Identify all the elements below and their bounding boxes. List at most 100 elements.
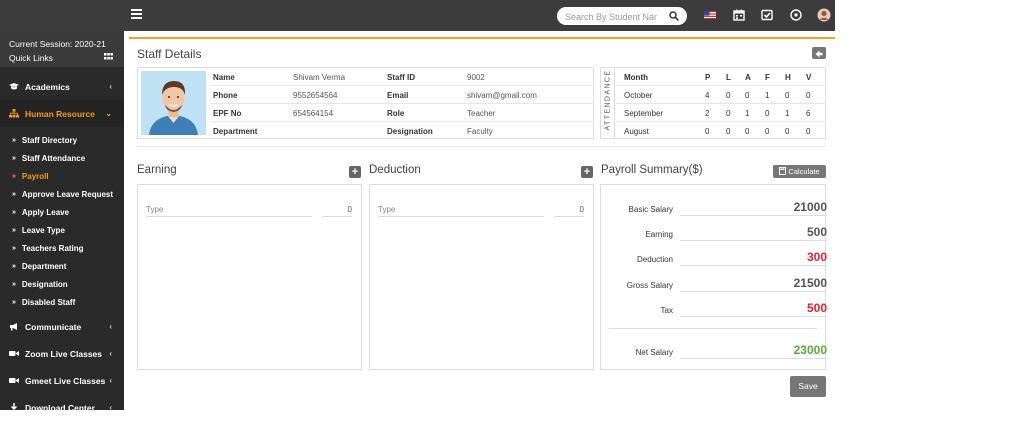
info-row: Phone 9552654564 Email shivam@gmail.com <box>210 86 594 104</box>
menu-icon[interactable] <box>131 9 142 21</box>
earning-type-row: Type 0 <box>146 205 352 217</box>
phone-label: Phone <box>213 91 238 100</box>
sub-item-department[interactable]: » Department <box>0 257 124 275</box>
col-f: F <box>765 73 770 82</box>
staff-info-table: Name Shivam Verma Staff ID 9002 Phone 95… <box>210 68 594 140</box>
page-title: Staff Details <box>137 47 202 61</box>
earning-type-input[interactable]: Type <box>146 205 312 217</box>
search-icon[interactable] <box>669 11 679 21</box>
attendance-header-row: Month P L A F H V <box>616 68 826 86</box>
add-earning-button[interactable]: + <box>349 166 361 178</box>
main-content: Staff Details Name Shivam Verma Staff ID <box>129 37 835 410</box>
summary-row-net-salary: Net Salary 23000 <box>601 339 827 359</box>
payroll-summary-panel: Basic Salary 21000 Earning 500 Deduction… <box>600 184 827 370</box>
double-chevron-right-icon: » <box>12 136 16 144</box>
sub-item-staff-attendance[interactable]: » Staff Attendance <box>0 149 124 167</box>
cell: 0 <box>785 91 790 100</box>
attendance-row: October 4 0 0 1 0 0 <box>616 86 826 104</box>
cell: 0 <box>765 127 770 136</box>
net-salary-value[interactable]: 23000 <box>794 343 827 357</box>
sidebar-item-label: Academics <box>25 81 70 92</box>
plus-icon: + <box>351 166 359 178</box>
summary-underline <box>680 215 827 216</box>
sub-item-disabled-staff[interactable]: » Disabled Staff <box>0 293 124 311</box>
grid-icon[interactable] <box>104 53 113 60</box>
earning-amount-input[interactable]: 0 <box>322 205 352 217</box>
deduction-value[interactable]: 300 <box>807 250 827 264</box>
flag-icon[interactable] <box>703 8 717 22</box>
gross-salary-value[interactable]: 21500 <box>794 276 827 290</box>
tax-value[interactable]: 500 <box>807 301 827 315</box>
sub-item-apply-leave[interactable]: » Apply Leave <box>0 203 124 221</box>
add-deduction-button[interactable]: + <box>581 166 593 178</box>
double-chevron-right-icon: » <box>12 244 16 252</box>
cell: 1 <box>745 109 750 118</box>
summary-label: Deduction <box>636 255 673 264</box>
search-input[interactable] <box>557 8 657 26</box>
quick-links-label[interactable]: Quick Links <box>9 51 115 65</box>
double-chevron-right-icon: » <box>12 298 16 306</box>
save-button[interactable]: Save <box>790 376 826 397</box>
col-h: H <box>785 73 791 82</box>
sidebar-item-communicate[interactable]: Communicate ‹ <box>0 313 124 340</box>
summary-row-basic-salary: Basic Salary 21000 <box>601 196 827 216</box>
chevron-left-icon: ‹ <box>109 82 112 91</box>
sub-item-teachers-rating[interactable]: » Teachers Rating <box>0 239 124 257</box>
back-button[interactable] <box>812 47 826 59</box>
current-session[interactable]: Current Session: 2020-21 <box>9 37 115 51</box>
col-a: A <box>745 73 751 82</box>
calculate-button[interactable]: Calculate <box>773 165 826 178</box>
staff-id-label: Staff ID <box>387 73 415 82</box>
summary-underline <box>680 316 827 317</box>
payroll-summary-title: Payroll Summary($) <box>601 164 703 176</box>
sub-item-label: Designation <box>21 279 68 289</box>
sidebar-item-zoom-live-classes[interactable]: Zoom Live Classes ‹ <box>0 340 124 367</box>
sidebar-item-download-center[interactable]: Download Center ‹ <box>0 394 124 421</box>
summary-underline <box>680 358 827 359</box>
arrow-left-icon <box>815 50 823 58</box>
cell: 4 <box>705 91 710 100</box>
summary-underline <box>680 240 827 241</box>
sub-item-leave-type[interactable]: » Leave Type <box>0 221 124 239</box>
staff-info-card: Name Shivam Verma Staff ID 9002 Phone 95… <box>137 67 594 139</box>
col-v: V <box>806 73 812 82</box>
deduction-amount-input[interactable]: 0 <box>554 205 584 217</box>
sub-item-designation[interactable]: » Designation <box>0 275 124 293</box>
divider <box>137 146 826 147</box>
cell: 0 <box>745 91 750 100</box>
earning-value[interactable]: 500 <box>807 225 827 239</box>
deduction-type-input[interactable]: Type <box>378 205 544 217</box>
sidebar-item-academics[interactable]: Academics ‹ <box>0 73 124 100</box>
sidebar-item-label: Gmeet Live Classes <box>25 375 106 386</box>
video-camera-icon <box>9 351 19 356</box>
earning-title: Earning <box>137 164 177 176</box>
sub-item-staff-directory[interactable]: » Staff Directory <box>0 131 124 149</box>
user-avatar[interactable] <box>817 8 831 22</box>
attendance-vertical-label: ATTENDANCE <box>601 68 615 138</box>
download-icon <box>9 403 19 412</box>
graduation-cap-icon <box>9 83 19 90</box>
summary-label: Gross Salary <box>626 281 673 290</box>
epf-value: 654564154 <box>293 109 334 118</box>
name-value: Shivam Verma <box>293 73 346 82</box>
sidebar-item-human-resource[interactable]: Human Resource ⌄ <box>0 100 124 127</box>
session-box: Current Session: 2020-21 Quick Links <box>0 31 124 67</box>
top-bar <box>0 0 835 31</box>
sub-item-label: Leave Type <box>21 225 65 235</box>
whatsapp-icon[interactable] <box>789 8 803 22</box>
cell: 0 <box>745 127 750 136</box>
info-row: Department Designation Faculty <box>210 122 594 140</box>
sub-item-payroll[interactable]: » Payroll <box>0 167 124 185</box>
sub-item-approve-leave-request[interactable]: » Approve Leave Request <box>0 185 124 203</box>
cell: 0 <box>726 91 731 100</box>
designation-label: Designation <box>387 127 433 136</box>
calendar-icon[interactable] <box>732 8 746 22</box>
basic-salary-value[interactable]: 21000 <box>794 200 827 214</box>
checkbox-icon[interactable] <box>760 8 774 22</box>
cell: 1 <box>785 109 790 118</box>
chevron-left-icon: ‹ <box>109 403 112 412</box>
sub-item-label: Department <box>21 261 67 271</box>
cell: 0 <box>765 109 770 118</box>
sidebar-item-gmeet-live-classes[interactable]: Gmeet Live Classes ‹ <box>0 367 124 394</box>
sub-item-label: Disabled Staff <box>21 297 76 307</box>
